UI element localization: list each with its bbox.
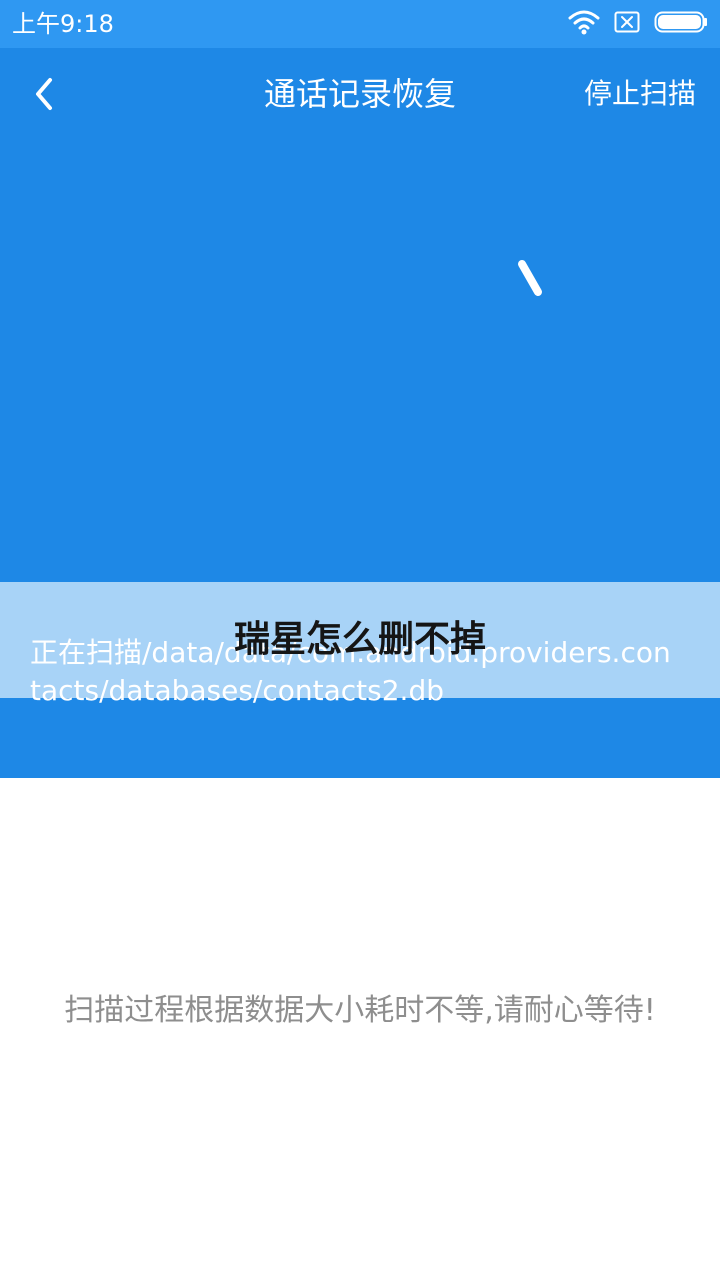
status-bar: 上午9:18 — [0, 0, 720, 48]
wifi-icon — [568, 9, 600, 39]
battery-icon — [654, 11, 708, 37]
sim-off-icon — [614, 11, 640, 37]
chevron-left-icon — [36, 78, 52, 110]
status-time: 上午9:18 — [12, 10, 114, 38]
back-button[interactable] — [22, 72, 66, 116]
status-icons — [568, 10, 708, 38]
overlay-title: 瑞星怎么删不掉 — [233, 619, 486, 660]
scan-hint-text: 扫描过程根据数据大小耗时不等,请耐心等待! — [64, 993, 656, 1028]
page-title: 通话记录恢复 — [263, 75, 456, 113]
loading-spinner-icon — [518, 260, 542, 296]
stop-scan-button[interactable]: 停止扫描 — [584, 72, 696, 116]
